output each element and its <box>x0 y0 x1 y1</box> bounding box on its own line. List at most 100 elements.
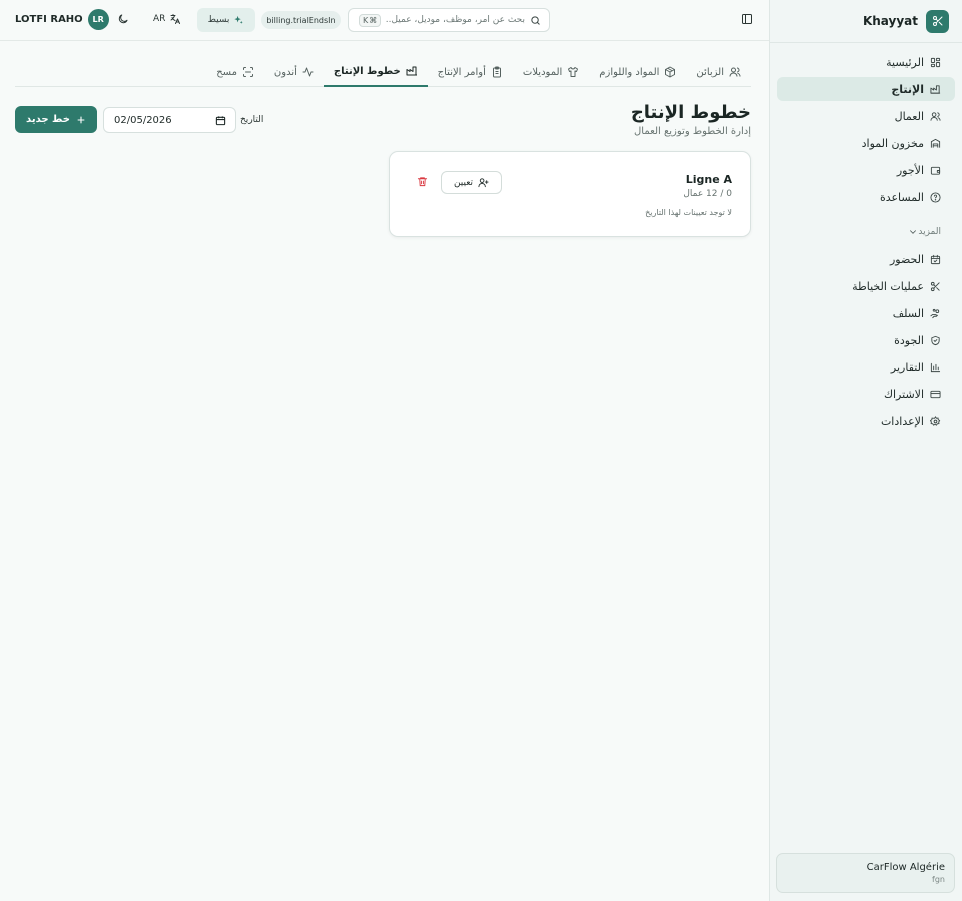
calendar-check-icon <box>930 254 941 265</box>
clipboard-icon <box>491 66 503 78</box>
page-subtitle: إدارة الخطوط وتوزيع العمال <box>634 126 751 137</box>
tab-label: الموديلات <box>522 66 563 78</box>
search-box[interactable]: K ⌘ <box>348 8 550 32</box>
production-tabs: الزبائن المواد واللوازم الموديلات أوامر … <box>15 63 751 87</box>
activity-icon <box>302 66 314 78</box>
theme-toggle-button[interactable] <box>117 13 129 25</box>
tab-materials[interactable]: المواد واللوازم <box>589 66 686 86</box>
sidebar-header: Khayyat <box>770 0 962 43</box>
search-input[interactable] <box>386 15 525 25</box>
tab-scan[interactable]: مسح <box>206 66 264 86</box>
sidebar-item-attendance[interactable]: الحضور <box>777 247 955 271</box>
sidebar-more-label: المزيد <box>918 227 941 237</box>
sidebar-more-toggle[interactable]: المزيد <box>777 220 955 244</box>
package-icon <box>664 66 676 78</box>
sidebar: Khayyat الرئيسية الإنتاج العمال مخزون ال… <box>769 0 962 901</box>
language-button[interactable]: AR <box>153 13 181 25</box>
sidebar-item-label: الاشتراك <box>883 387 924 401</box>
tab-models[interactable]: الموديلات <box>513 66 589 86</box>
factory-icon <box>930 84 941 95</box>
avatar: LR <box>87 9 109 30</box>
search-icon <box>530 15 541 26</box>
gear-icon <box>930 415 941 427</box>
org-switcher[interactable]: CarFlow Algérie fgn <box>776 853 955 893</box>
assign-button[interactable]: تعيين <box>441 171 502 194</box>
tab-label: أوامر الإنتاج <box>437 66 486 78</box>
sidebar-more-section: المزيد <box>770 220 962 244</box>
sparkles-icon <box>233 15 244 26</box>
sidebar-item-label: عمليات الخياطة <box>852 279 924 293</box>
panel-icon <box>741 13 753 25</box>
sidebar-item-subscription[interactable]: الاشتراك <box>777 382 955 406</box>
scan-icon <box>242 66 254 78</box>
tab-production-orders[interactable]: أوامر الإنتاج <box>428 66 513 86</box>
tab-customers[interactable]: الزبائن <box>686 66 751 86</box>
sidebar-item-wages[interactable]: الأجور <box>777 158 955 182</box>
line-worker-count: 0 / 12 عمال <box>683 189 732 199</box>
sidebar-item-label: الجودة <box>894 333 924 347</box>
sidebar-more-nav: الحضور عمليات الخياطة السلف الجودة التقا… <box>770 244 962 433</box>
plus-icon <box>76 115 86 125</box>
sidebar-toggle-button[interactable] <box>741 13 753 25</box>
shortcut-key: K <box>363 15 369 25</box>
users-icon <box>930 111 941 122</box>
trial-badge: billing.trialEndsIn <box>261 11 341 29</box>
credit-card-icon <box>930 389 941 400</box>
sidebar-item-reports[interactable]: التقارير <box>777 355 955 379</box>
sidebar-item-label: السلف <box>892 306 924 320</box>
plan-label: بسيط <box>207 15 230 25</box>
tab-label: المواد واللوازم <box>599 66 660 78</box>
sidebar-item-label: العمال <box>894 109 924 123</box>
new-line-label: خط جديد <box>26 114 70 125</box>
translate-icon <box>169 13 181 25</box>
scissors-icon[interactable] <box>926 9 949 33</box>
tab-label: خطوط الإنتاج <box>333 65 401 77</box>
org-code: fgn <box>932 875 945 884</box>
warehouse-icon <box>930 138 941 149</box>
sidebar-item-label: مخزون المواد <box>861 136 924 150</box>
sidebar-item-workers[interactable]: العمال <box>777 104 955 128</box>
topbar: LOTFI RAHO LR AR بسيط billing.trialEndsI… <box>0 0 769 41</box>
users-icon <box>729 66 741 78</box>
date-label: التاريخ <box>240 115 264 125</box>
sidebar-item-inventory[interactable]: مخزون المواد <box>777 131 955 155</box>
sidebar-nav: الرئيسية الإنتاج العمال مخزون المواد الأ… <box>770 43 962 209</box>
hand-coins-icon <box>930 308 941 319</box>
wallet-icon <box>930 165 941 176</box>
tab-label: أندون <box>273 66 297 78</box>
plan-badge[interactable]: بسيط <box>197 8 255 32</box>
sidebar-item-label: الإنتاج <box>891 82 924 96</box>
page-title: خطوط الإنتاج <box>630 102 751 123</box>
sidebar-item-help[interactable]: المساعدة <box>777 185 955 209</box>
tab-andon[interactable]: أندون <box>264 66 324 86</box>
new-line-button[interactable]: خط جديد <box>15 106 97 133</box>
trash-icon[interactable] <box>417 176 428 187</box>
date-picker[interactable]: 02/05/2026 <box>103 107 236 133</box>
tab-production-lines[interactable]: خطوط الإنتاج <box>323 65 428 87</box>
assign-label: تعيين <box>453 177 474 188</box>
tab-label: الزبائن <box>696 66 724 78</box>
sidebar-item-home[interactable]: الرئيسية <box>777 50 955 74</box>
line-empty-state: لا توجد تعيينات لهذا التاريخ <box>645 208 732 217</box>
sidebar-item-advances[interactable]: السلف <box>777 301 955 325</box>
sidebar-item-label: الأجور <box>896 163 924 177</box>
app-name: Khayyat <box>862 14 918 28</box>
sidebar-item-production[interactable]: الإنتاج <box>777 77 955 101</box>
org-name: CarFlow Algérie <box>866 862 945 873</box>
sidebar-item-settings[interactable]: الإعدادات <box>777 409 955 433</box>
shield-check-icon <box>930 335 941 346</box>
sidebar-item-sewing-ops[interactable]: عمليات الخياطة <box>777 274 955 298</box>
scissors-icon <box>930 281 941 292</box>
tab-label: مسح <box>216 66 237 78</box>
calendar-icon[interactable] <box>215 115 226 126</box>
bar-chart-icon <box>930 362 941 373</box>
user-menu[interactable]: LOTFI RAHO LR <box>15 9 109 30</box>
date-value: 02/05/2026 <box>114 114 172 126</box>
help-icon <box>930 191 941 203</box>
language-code: AR <box>153 14 166 24</box>
moon-icon <box>117 13 129 25</box>
search-shortcut: K ⌘ <box>359 13 382 27</box>
sidebar-item-label: الإعدادات <box>880 414 924 428</box>
sidebar-item-quality[interactable]: الجودة <box>777 328 955 352</box>
chevron-down-icon <box>908 227 918 237</box>
